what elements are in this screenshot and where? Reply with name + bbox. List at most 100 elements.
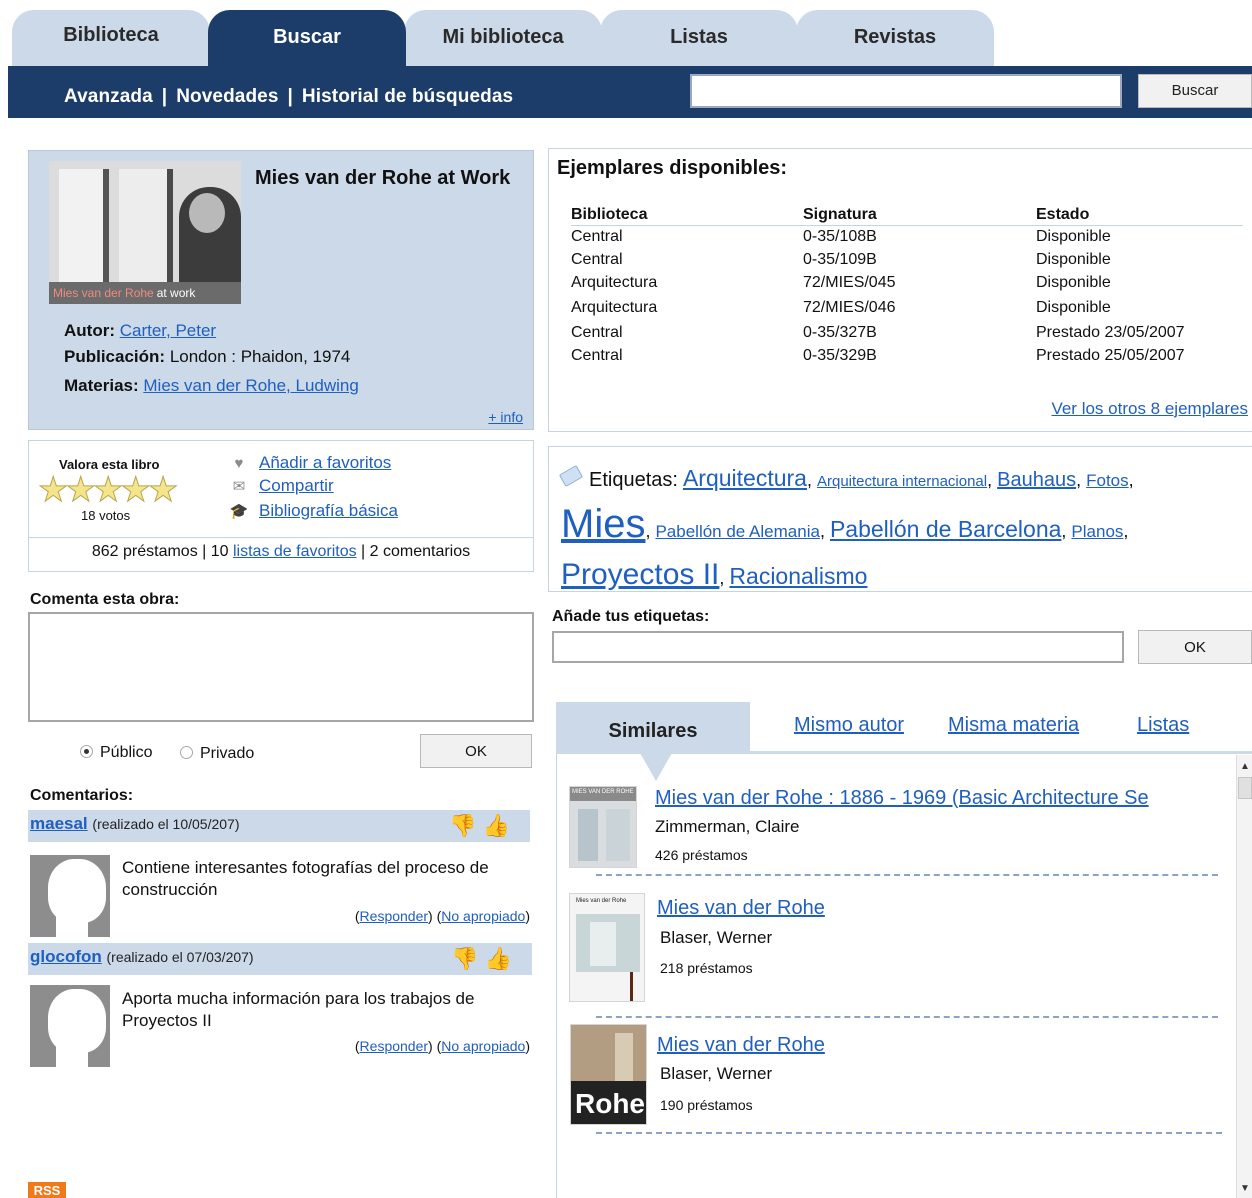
subnav-historial[interactable]: Historial de búsquedas (302, 86, 513, 107)
subnav: Avanzada | Novedades | Historial de búsqueda… (64, 86, 513, 108)
avatar-neck (56, 911, 88, 937)
cover-line (630, 972, 633, 1001)
favorite-lists-link[interactable]: listas de favoritos (233, 543, 357, 560)
reply-link[interactable]: Responder (360, 1038, 429, 1054)
subnav-avanzada[interactable]: Avanzada (64, 86, 153, 107)
radio-private-dot[interactable] (180, 746, 193, 759)
similar-loans: 426 préstamos (655, 847, 748, 863)
rss-badge[interactable]: RSS (28, 1182, 66, 1198)
copies-title: Ejemplares disponibles: (557, 157, 788, 179)
more-info-link[interactable]: + info (488, 409, 523, 425)
comment-ok-button[interactable]: OK (420, 734, 532, 768)
scroll-down-icon[interactable]: ▼ (1240, 1183, 1250, 1194)
copies-header-row: Biblioteca Signatura Estado (571, 205, 1243, 226)
tag-link[interactable]: Racionalismo (729, 563, 867, 589)
radio-private[interactable]: Privado (180, 745, 254, 763)
table-row: Central 0-35/329B Prestado 25/05/2007 (571, 344, 1243, 367)
comment-date: (realizado el 07/03/207) (106, 949, 254, 965)
cover-panel (606, 809, 630, 861)
avatar (30, 985, 110, 1067)
cover-caption: Mies van der Rohe (576, 898, 627, 904)
publication-label: Publicación: (64, 347, 166, 366)
similar-title-link[interactable]: Mies van der Rohe : 1886 - 1969 (Basic A… (655, 787, 1149, 810)
similar-cover[interactable]: MIES VAN DER ROHE (569, 786, 637, 868)
cell-library: Central (571, 346, 623, 364)
similar-cover[interactable]: Rohe (570, 1024, 647, 1125)
tag-link[interactable]: Planos (1071, 522, 1123, 541)
more-copies-link[interactable]: Ver los otros 8 ejemplares (1051, 399, 1248, 419)
tag-link[interactable]: Pabellón de Barcelona (830, 516, 1061, 542)
tab-revistas[interactable]: Revistas (796, 10, 994, 68)
cover-panel (578, 809, 598, 861)
tab-listas[interactable]: Listas (600, 10, 798, 68)
thumbs-up-icon[interactable]: 👍 (483, 813, 516, 838)
cover-text-b: at work (156, 286, 196, 300)
similar-cover[interactable]: Mies van der Rohe (569, 893, 645, 1002)
thumbs-down-icon[interactable]: 👎 (449, 813, 482, 838)
similar-title-link[interactable]: Mies van der Rohe (657, 897, 825, 920)
report-link[interactable]: No apropiado (441, 1038, 525, 1054)
search-button[interactable]: Buscar (1138, 74, 1252, 108)
tab-buscar[interactable]: Buscar (208, 10, 406, 68)
book-panel: Mies van der Rohe at work Mies van der Ro… (28, 150, 534, 430)
tag-cloud: Etiquetas: Arquitectura, Arquitectura in… (558, 457, 1241, 600)
tag-link[interactable]: Mies (561, 502, 645, 546)
subjects-link[interactable]: Mies van der Rohe, Ludwing (143, 376, 358, 395)
reply-link[interactable]: Responder (360, 908, 429, 924)
tag-icon (558, 464, 584, 488)
tab-misma-materia[interactable]: Misma materia (948, 714, 1079, 737)
cell-callnumber: 0-35/329B (803, 346, 877, 364)
comment-date: (realizado el 10/05/207) (92, 816, 240, 832)
cell-callnumber: 72/MIES/046 (803, 298, 896, 316)
star-rating[interactable]: ★★★★★ (37, 470, 178, 510)
subjects-label: Materias: (64, 376, 139, 395)
cell-status: Disponible (1036, 298, 1111, 316)
cover-face (189, 193, 225, 233)
tab-biblioteca[interactable]: Biblioteca (12, 10, 210, 68)
share-link[interactable]: Compartir (259, 476, 334, 495)
subnav-novedades[interactable]: Novedades (176, 86, 278, 107)
tab-listas-similares[interactable]: Listas (1137, 714, 1189, 737)
tab-mismo-autor[interactable]: Mismo autor (794, 714, 904, 737)
add-tags-ok-button[interactable]: OK (1138, 630, 1252, 664)
comment-user-link[interactable]: maesal (30, 814, 88, 833)
bibliography-link[interactable]: Bibliografía básica (259, 501, 398, 520)
book-author-row: Autor: Carter, Peter (64, 321, 216, 341)
tab-similares[interactable]: Similares (556, 702, 750, 752)
similar-author: Blaser, Werner (660, 1064, 773, 1083)
scroll-thumb[interactable] (1238, 777, 1252, 799)
subnav-separator: | (287, 86, 293, 107)
add-favorite-link[interactable]: Añadir a favoritos (259, 453, 391, 472)
cell-callnumber: 0-35/109B (803, 250, 877, 268)
cell-status: Disponible (1036, 250, 1111, 268)
comment-textarea[interactable] (28, 612, 534, 722)
comment-header: glocofon (realizado el 07/03/207) 👎👍 (28, 943, 532, 975)
radio-public-label: Público (100, 744, 153, 761)
comment-user-link[interactable]: glocofon (30, 947, 102, 966)
search-input[interactable] (690, 74, 1122, 108)
thumbs-down-icon[interactable]: 👎 (451, 946, 484, 971)
scroll-up-icon[interactable]: ▲ (1240, 761, 1250, 772)
scrollbar[interactable]: ▲ ▼ (1236, 755, 1252, 1198)
comment-header: maesal (realizado el 10/05/207) 👎👍 (28, 810, 530, 842)
loans-count: 862 préstamos | 10 (91, 543, 233, 560)
similar-title-link[interactable]: Mies van der Rohe (657, 1034, 825, 1057)
radio-public-dot[interactable] (80, 745, 93, 758)
cell-callnumber: 0-35/108B (803, 227, 877, 245)
tag-link[interactable]: Proyectos II (561, 558, 719, 591)
tag-link[interactable]: Arquitectura internacional (817, 473, 987, 490)
tab-pointer (640, 753, 672, 781)
author-link[interactable]: Carter, Peter (120, 321, 216, 340)
tag-link[interactable]: Arquitectura (683, 465, 807, 491)
table-row: Arquitectura 72/MIES/045 Disponible (571, 271, 1243, 294)
thumbs-up-icon[interactable]: 👍 (485, 946, 518, 971)
table-row: Central 0-35/108B Disponible (571, 225, 1243, 248)
tag-link[interactable]: Pabellón de Alemania (655, 522, 819, 541)
vote-icons: 👎👍 (451, 946, 518, 972)
report-link[interactable]: No apropiado (441, 908, 525, 924)
tag-link[interactable]: Fotos (1086, 471, 1129, 490)
tab-mi-biblioteca[interactable]: Mi biblioteca (404, 10, 602, 68)
tag-link[interactable]: Bauhaus (997, 469, 1076, 491)
add-tags-input[interactable] (552, 631, 1124, 663)
radio-public[interactable]: Público (80, 744, 152, 762)
